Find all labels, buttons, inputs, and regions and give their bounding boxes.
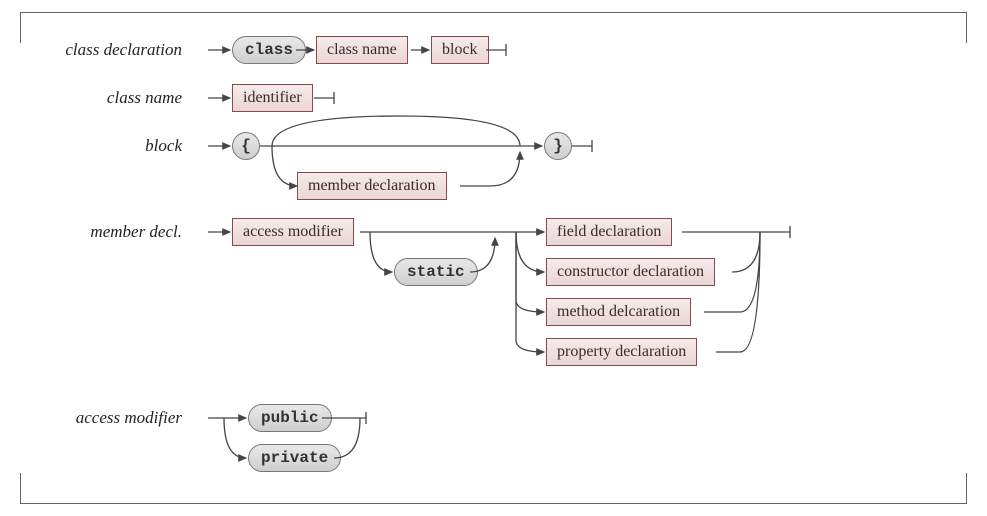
syntax-diagram-figure: class declaration class name block membe… bbox=[0, 0, 987, 516]
railroad-connectors bbox=[0, 0, 987, 516]
